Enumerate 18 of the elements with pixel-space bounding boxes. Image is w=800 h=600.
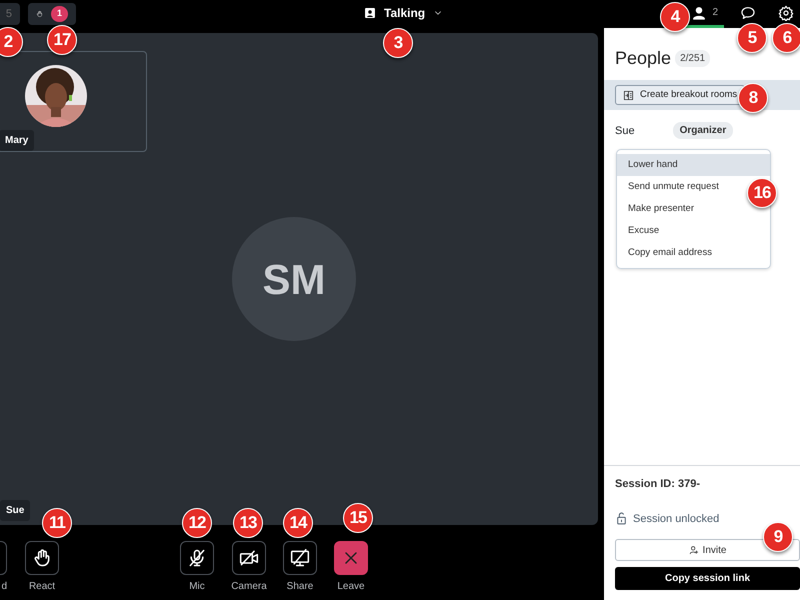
count-badge: 1 [50, 6, 68, 22]
control-label: Mic [189, 582, 205, 592]
control-label: Share [286, 582, 314, 592]
participant-name: Sue [615, 124, 635, 138]
session-status: Session unlocked [633, 512, 720, 526]
control-label: React [28, 582, 56, 592]
control-label: d [1, 582, 7, 592]
control-label: Camera [231, 582, 267, 592]
panel-title: People [615, 47, 672, 70]
step-number-tooltip: 6 [772, 23, 800, 53]
role-badge: Organizer [672, 122, 734, 140]
session-id: Session ID: 379- [615, 477, 701, 492]
participant-name: Sue [0, 500, 30, 521]
avatar-initials: SM [232, 217, 356, 341]
control-label: Leave [337, 582, 365, 592]
step-number-tooltip: 4 [660, 2, 690, 32]
participant-name: Mary [0, 130, 34, 151]
count-badge: 2/251 [675, 50, 710, 67]
